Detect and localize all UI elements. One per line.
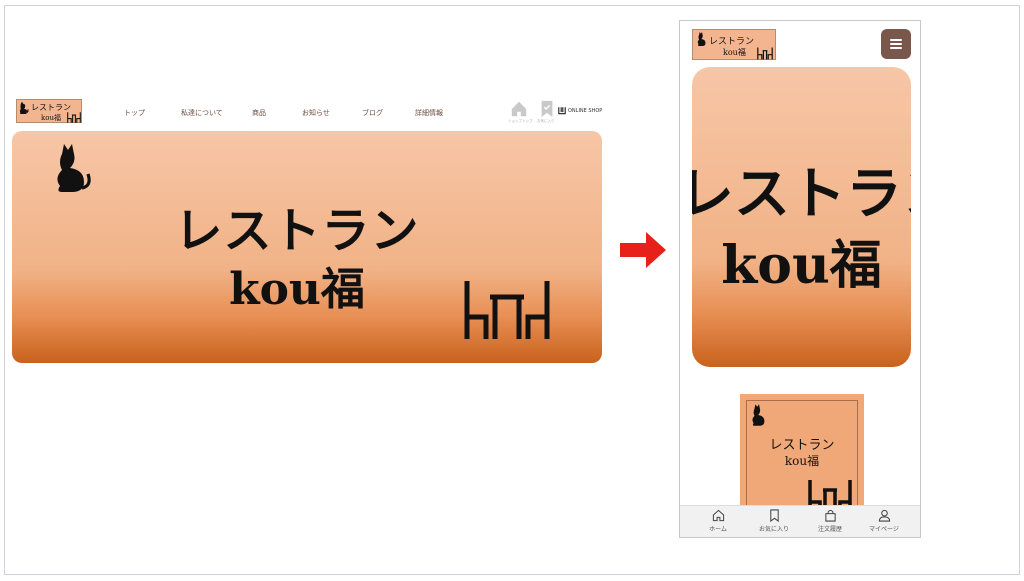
cat-icon — [57, 144, 91, 192]
logo-line2: kou福 — [41, 114, 61, 122]
cat-icon — [752, 404, 765, 426]
menu-button[interactable] — [881, 29, 911, 59]
hero-subtitle: kou福 — [721, 235, 882, 296]
tab-label: マイページ — [869, 526, 899, 533]
nav-item-details[interactable]: 詳細情報 — [415, 108, 443, 118]
shop-logo-icon — [558, 107, 566, 115]
nav-item-news[interactable]: お知らせ — [302, 108, 330, 118]
desktop-view: レストラン kou福 トップ 私達について 商品 お知らせ ブログ 詳細情報 シ… — [12, 96, 612, 366]
site-logo[interactable]: レストラン kou福 — [16, 99, 82, 123]
table-chair-icon — [757, 47, 773, 60]
menu-bar — [890, 39, 902, 41]
tab-label: 注文履歴 — [817, 526, 842, 533]
hero-banner-mobile: レストラン kou福 — [692, 67, 911, 367]
nav-item-products[interactable]: 商品 — [252, 108, 266, 118]
card-line2: kou福 — [784, 454, 820, 468]
arrow-right-icon — [620, 232, 666, 268]
mobile-view: レストラン kou福 レストラン kou福 レストラン kou福 — [679, 20, 921, 538]
table-chair-icon — [464, 281, 550, 339]
menu-bar — [890, 47, 902, 49]
menu-bar — [890, 43, 902, 45]
tab-label: お気に入り — [758, 526, 789, 533]
card-line1: レストラン — [769, 438, 835, 453]
home-icon — [712, 509, 724, 522]
logo-line2: kou福 — [723, 48, 746, 57]
cat-icon — [19, 102, 29, 114]
online-shop-link[interactable]: ONLINE SHOP — [568, 108, 602, 114]
hero-title: レストラン — [174, 203, 420, 259]
hero-banner-desktop: レストラン kou福 — [12, 131, 602, 363]
home-icon[interactable] — [510, 100, 528, 118]
bag-icon — [824, 509, 836, 522]
tab-home[interactable]: ホーム — [688, 509, 748, 537]
favorite-label: お気に入り — [537, 119, 555, 123]
tab-favorites[interactable]: お気に入り — [744, 509, 804, 537]
nav-item-top[interactable]: トップ — [124, 108, 145, 118]
hero-title: レストラン — [692, 161, 911, 227]
user-icon — [878, 509, 890, 522]
bottom-tab-bar: ホーム お気に入り 注文履歴 マイページ — [680, 505, 920, 537]
tab-label: ホーム — [709, 526, 727, 533]
table-chair-icon — [67, 112, 81, 123]
shop-top-label: ショップトップ — [508, 119, 533, 123]
logo-line1: レストラン — [31, 103, 71, 112]
tab-orders[interactable]: 注文履歴 — [800, 509, 860, 537]
logo-line1: レストラン — [709, 37, 755, 47]
bookmark-icon — [769, 509, 779, 522]
utility-links: ショップトップ お気に入り ONLINE SHOP — [508, 100, 620, 124]
nav-item-about[interactable]: 私達について — [181, 108, 223, 118]
site-logo[interactable]: レストラン kou福 — [692, 29, 776, 60]
tab-mypage[interactable]: マイページ — [854, 509, 914, 537]
favorite-icon[interactable] — [538, 100, 556, 118]
cat-icon — [697, 32, 706, 46]
nav-item-blog[interactable]: ブログ — [362, 108, 383, 118]
